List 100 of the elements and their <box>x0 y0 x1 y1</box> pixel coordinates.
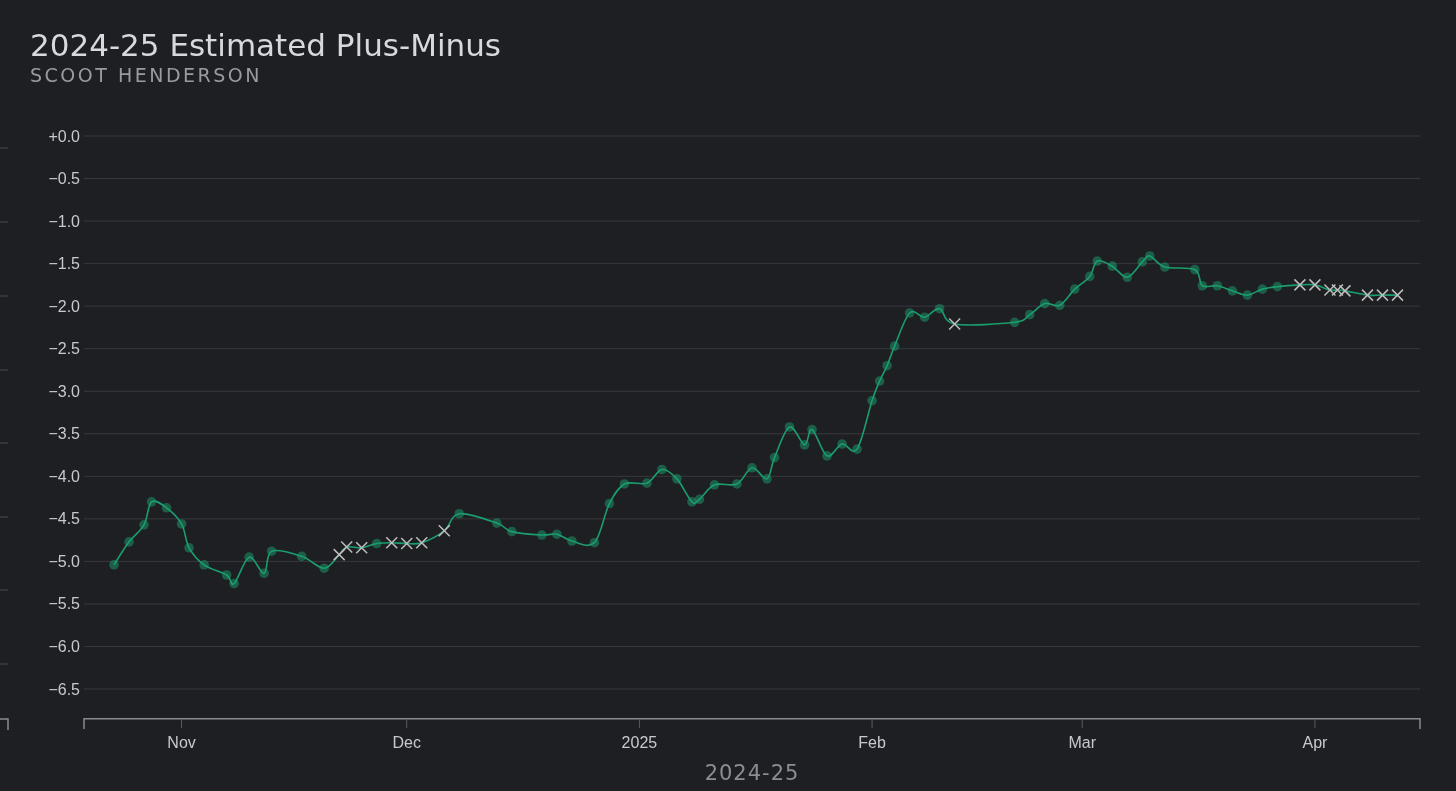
y-tick-label: −3.0 <box>48 382 80 400</box>
missed-game-marker <box>1361 288 1374 302</box>
y-tick-label: −0.5 <box>48 170 80 188</box>
player-name: SCOOT HENDERSON <box>30 64 262 86</box>
game-point <box>747 463 757 473</box>
game-point <box>319 563 329 573</box>
game-point <box>1137 257 1148 267</box>
game-point <box>769 452 780 463</box>
game-point <box>687 497 697 507</box>
game-point <box>1160 262 1170 272</box>
game-point <box>799 440 810 450</box>
x-tick-label: 2025 <box>621 734 658 751</box>
game-point <box>139 520 149 530</box>
game-point <box>454 508 465 519</box>
y-tick-label: −2.5 <box>48 340 80 358</box>
y-tick-label: +0.0 <box>48 127 80 145</box>
y-tick-label: −2.0 <box>48 297 80 315</box>
game-point <box>882 360 892 371</box>
game-point <box>221 570 232 580</box>
game-point <box>259 568 269 579</box>
game-point <box>1190 264 1200 275</box>
missed-game-marker <box>1293 278 1307 292</box>
missed-game-marker <box>355 541 368 555</box>
game-point <box>1197 280 1208 291</box>
game-point <box>1009 317 1020 328</box>
missed-game-marker <box>1331 283 1344 297</box>
missed-game-marker <box>438 524 451 537</box>
game-point <box>1069 284 1080 294</box>
x-tick-label: Dec <box>392 734 421 751</box>
game-point <box>296 551 307 562</box>
game-point <box>889 341 900 351</box>
game-point <box>904 308 915 318</box>
y-tick-label: −3.5 <box>48 425 80 443</box>
missed-game-marker <box>1338 284 1352 298</box>
missed-game-marker <box>340 540 353 554</box>
game-point <box>642 478 652 488</box>
chart-title: 2024-25 Estimated Plus-Minus <box>30 26 501 64</box>
game-point <box>874 376 885 386</box>
y-tick-label: −5.5 <box>48 595 80 613</box>
game-point <box>762 474 772 484</box>
game-point <box>822 451 832 461</box>
missed-game-marker <box>1376 288 1389 302</box>
y-tick-label: −6.0 <box>48 638 80 655</box>
game-point <box>657 464 667 475</box>
game-point <box>1257 284 1268 294</box>
x-tick-label: Mar <box>1068 734 1097 751</box>
y-tick-label: −1.0 <box>48 212 80 230</box>
x-tick-label: Nov <box>167 734 196 751</box>
game-point <box>1242 290 1253 300</box>
missed-game-marker <box>948 317 961 331</box>
game-point <box>934 303 945 314</box>
y-tick-label: −1.5 <box>48 255 80 273</box>
game-point <box>124 537 134 547</box>
game-point <box>1212 280 1223 291</box>
missed-game-marker <box>332 548 346 561</box>
y-tick-label: −4.5 <box>48 510 80 528</box>
x-tick-label: Feb <box>858 734 886 751</box>
game-point <box>176 519 187 529</box>
game-point <box>146 497 157 507</box>
game-point <box>1039 298 1050 309</box>
game-point <box>919 312 930 322</box>
game-point <box>1024 309 1035 320</box>
x-axis-title: 2024-25 <box>704 761 800 785</box>
game-point <box>1092 256 1103 266</box>
game-point <box>709 480 720 490</box>
game-point <box>199 560 209 570</box>
game-point <box>1122 272 1133 283</box>
game-point <box>567 536 577 546</box>
game-point <box>244 552 254 562</box>
missed-game-marker <box>1323 283 1337 297</box>
y-tick-label: −4.0 <box>48 467 80 485</box>
game-point <box>694 494 705 505</box>
missed-game-marker <box>415 536 428 549</box>
game-point <box>537 530 547 540</box>
game-point <box>1272 281 1283 292</box>
missed-game-marker <box>1308 278 1322 292</box>
missed-game-marker <box>1391 288 1404 302</box>
game-point <box>552 529 562 539</box>
game-point <box>867 395 877 406</box>
y-tick-label: −6.5 <box>48 680 80 698</box>
game-point <box>837 439 847 449</box>
game-point <box>184 543 194 553</box>
game-point <box>1227 286 1238 296</box>
game-point <box>266 546 277 556</box>
game-point <box>784 422 795 432</box>
y-tick-label: −5.0 <box>48 552 80 570</box>
game-point <box>229 578 239 589</box>
game-point <box>589 537 600 548</box>
game-point <box>1107 261 1118 271</box>
game-point <box>619 479 630 489</box>
game-point <box>604 498 615 509</box>
game-point <box>1145 251 1155 261</box>
game-point <box>852 444 862 454</box>
game-point <box>807 424 817 435</box>
x-tick-label: Apr <box>1302 734 1328 751</box>
game-point <box>1084 271 1095 282</box>
game-point <box>732 479 742 489</box>
game-point <box>371 538 382 549</box>
game-point <box>672 474 682 484</box>
game-point <box>1054 300 1065 311</box>
